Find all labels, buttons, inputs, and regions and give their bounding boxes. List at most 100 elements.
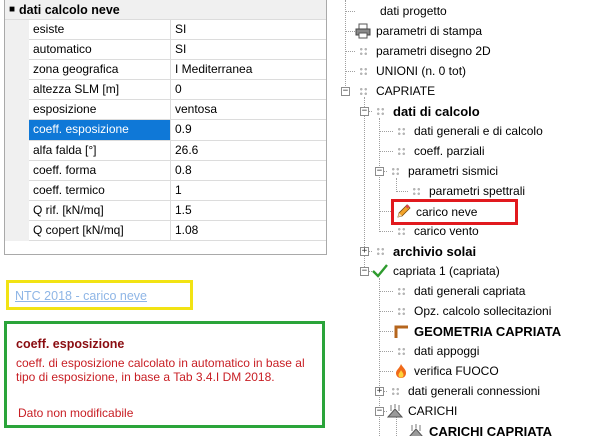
grid-dots-icon	[393, 143, 409, 159]
help-title: coeff. esposizione	[16, 337, 125, 351]
grid-dots-icon	[387, 163, 403, 179]
geometry-icon	[393, 323, 409, 339]
grid-row-value[interactable]: SI	[171, 40, 326, 61]
grid-row-value[interactable]: ventosa	[171, 100, 326, 121]
grid-row[interactable]: esiste SI	[5, 20, 326, 41]
collapse-icon[interactable]: ■	[5, 4, 19, 15]
grid-row[interactable]: alfa falda [°] 26.6	[5, 140, 326, 161]
tree-item-archivio-solai[interactable]: archivio solai	[372, 241, 476, 261]
tree-item-carichi-capriata[interactable]: CARICHI CAPRIATA	[408, 421, 552, 436]
grid-dots-icon	[393, 123, 409, 139]
tree-item-opz-calcolo[interactable]: Opz. calcolo sollecitazioni	[393, 301, 551, 321]
grid-dots-icon	[393, 303, 409, 319]
expander-parametri-sismici[interactable]: −	[375, 167, 384, 176]
tree-item-parametri-spettrali[interactable]: parametri spettrali	[408, 181, 525, 201]
tree-item-label: dati generali e di calcolo	[414, 124, 543, 138]
tree-item-dati-di-calcolo[interactable]: dati di calcolo	[372, 101, 480, 121]
tree-item-label: CARICHI CAPRIATA	[429, 423, 553, 436]
grid-row-value[interactable]: 0.8	[171, 161, 326, 181]
grid-dots-icon	[387, 383, 403, 399]
grid-row-value[interactable]: 1.5	[171, 201, 326, 221]
ntc-link[interactable]: NTC 2018 - carico neve	[15, 289, 147, 303]
grid-dots-icon	[393, 343, 409, 359]
expander-archivio-solai[interactable]: +	[360, 247, 369, 256]
tree-item-label: dati progetto	[380, 4, 447, 18]
grid-row-name: Q rif. [kN/mq]	[29, 200, 171, 221]
tree-item-label: dati generali capriata	[414, 284, 526, 298]
expander-dati-connessioni[interactable]: +	[375, 387, 384, 396]
grid-row[interactable]: automatico SI	[5, 40, 326, 61]
tree-item-dati-generali-calcolo[interactable]: dati generali e di calcolo	[393, 121, 543, 141]
tree-item-dati-progetto[interactable]: dati progetto	[380, 1, 447, 21]
tree-item-unioni[interactable]: UNIONI (n. 0 tot)	[355, 61, 466, 81]
tree-item-label: UNIONI (n. 0 tot)	[376, 64, 467, 78]
tree-item-label: CARICHI	[408, 404, 458, 418]
tree-item-carichi[interactable]: CARICHI	[387, 401, 457, 421]
grid-row[interactable]: altezza SLM [m] 0	[5, 80, 326, 101]
tree-item-geometria-capriata[interactable]: GEOMETRIA CAPRIATA	[393, 321, 561, 341]
tree-item-label: capriata 1 (capriata)	[393, 264, 500, 278]
help-description: coeff. di esposizione calcolato in autom…	[16, 356, 305, 384]
fire-icon	[393, 363, 409, 379]
grid-row[interactable]: Q copert [kN/mq] 1.08	[5, 220, 326, 242]
grid-row[interactable]: zona geografica I Mediterranea	[5, 60, 326, 81]
tree-item-label: parametri sismici	[408, 164, 499, 178]
tree-item-label: dati appoggi	[414, 344, 480, 358]
tree-item-label: carico vento	[414, 224, 479, 238]
tree-item-parametri-stampa[interactable]: parametri di stampa	[355, 21, 482, 41]
tree-item-label: Opz. calcolo sollecitazioni	[414, 304, 552, 318]
grid-dots-icon	[355, 83, 371, 99]
grid-row-value[interactable]: 26.6	[171, 141, 326, 161]
tree-item-parametri-disegno[interactable]: parametri disegno 2D	[355, 41, 491, 61]
grid-row-name: esposizione	[29, 100, 171, 121]
carico-neve-highlight	[391, 199, 518, 225]
grid-row-value[interactable]: 1	[171, 181, 326, 201]
grid-row-value[interactable]: 0	[171, 80, 326, 101]
tree-item-dati-connessioni[interactable]: dati generali connessioni	[387, 381, 540, 401]
grid-dots-icon	[393, 223, 409, 239]
loads-icon	[387, 403, 403, 419]
grid-row[interactable]: esposizione ventosa	[5, 100, 326, 121]
left-panel: ■ dati calcolo neve esiste SI automatico S…	[0, 0, 330, 436]
grid-row[interactable]: coeff. termico 1	[5, 180, 326, 201]
tree-item-dati-appoggi[interactable]: dati appoggi	[393, 341, 479, 361]
help-note: Dato non modificabile	[18, 406, 134, 420]
grid-row[interactable]: Q rif. [kN/mq] 1.5	[5, 200, 326, 221]
grid-row-name: altezza SLM [m]	[29, 80, 171, 101]
grid-row-value[interactable]: 0.9	[171, 120, 326, 141]
grid-row-name: alfa falda [°]	[29, 140, 171, 161]
grid-dots-icon	[408, 183, 424, 199]
grid-row-name: coeff. termico	[29, 180, 171, 201]
grid-row-value[interactable]: I Mediterranea	[171, 60, 326, 81]
tree-item-parametri-sismici[interactable]: parametri sismici	[387, 161, 498, 181]
expander-capriata-1[interactable]: −	[360, 267, 369, 276]
expander-capriate[interactable]: −	[341, 87, 350, 96]
grid-row-value[interactable]: 1.08	[171, 221, 326, 242]
grid-row-name: Q copert [kN/mq]	[29, 220, 171, 242]
help-box: coeff. esposizione coeff. di esposizione…	[4, 321, 325, 428]
tree-item-capriata-1[interactable]: capriata 1 (capriata)	[372, 261, 500, 281]
grid-row[interactable]: coeff. forma 0.8	[5, 160, 326, 181]
tree-item-capriate[interactable]: CAPRIATE	[355, 81, 435, 101]
tree-item-label: CAPRIATE	[376, 84, 436, 98]
tree-item-label: parametri spettrali	[429, 184, 526, 198]
tree-item-label: parametri di stampa	[376, 24, 483, 38]
grid-row-selected[interactable]: coeff. esposizione 0.9	[5, 120, 326, 141]
tree-item-label: GEOMETRIA CAPRIATA	[414, 323, 562, 339]
tree-item-label: dati generali connessioni	[408, 384, 541, 398]
grid-dots-icon	[372, 243, 388, 259]
tree-item-label: archivio solai	[393, 243, 477, 259]
grid-row-name: coeff. forma	[29, 160, 171, 181]
tree-item-verifica-fuoco[interactable]: verifica FUOCO	[393, 361, 499, 381]
tree-item-label: coeff. parziali	[414, 144, 485, 158]
tree-item-coeff-parziali[interactable]: coeff. parziali	[393, 141, 484, 161]
expander-dati-di-calcolo[interactable]: −	[360, 107, 369, 116]
grid-row-value[interactable]: SI	[171, 20, 326, 41]
tree-item-label: parametri disegno 2D	[376, 44, 491, 58]
tree-item-dati-generali-capriata[interactable]: dati generali capriata	[393, 281, 525, 301]
printer-icon	[355, 23, 371, 39]
tree-item-label: verifica FUOCO	[414, 364, 499, 378]
expander-carichi[interactable]: −	[375, 407, 384, 416]
grid-dots-icon	[393, 283, 409, 299]
grid-category-header[interactable]: ■ dati calcolo neve	[5, 0, 326, 20]
